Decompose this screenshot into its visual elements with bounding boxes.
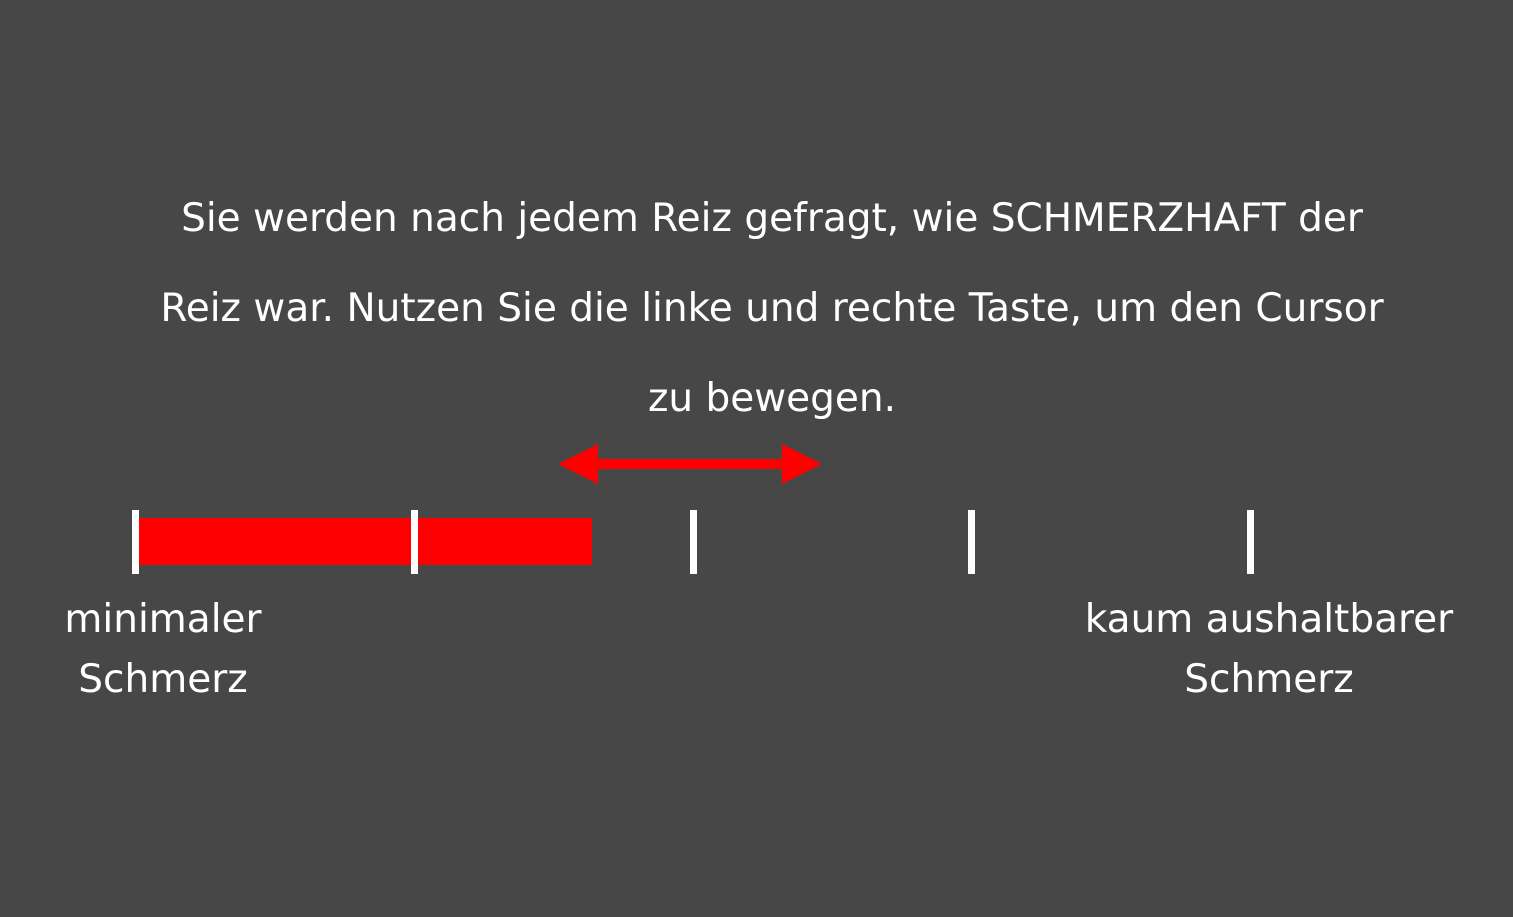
instruction-line-1: Sie werden nach jedem Reiz gefragt, wie …	[181, 196, 1363, 241]
arrow-shaft	[592, 459, 788, 469]
anchor-left-line-2: Schmerz	[78, 657, 248, 702]
arrow-head-right	[782, 444, 822, 484]
scale-tick	[689, 510, 697, 574]
anchor-label-minimal-pain: minimaler Schmerz	[40, 590, 286, 710]
anchor-right-line-1: kaum aushaltbarer	[1084, 597, 1454, 642]
anchor-label-barely-bearable-pain: kaum aushaltbarer Schmerz	[1060, 590, 1478, 710]
scale-tick	[968, 510, 976, 574]
anchor-right-line-2: Schmerz	[1184, 657, 1354, 702]
anchor-left-line-1: minimaler	[64, 597, 262, 642]
instruction-line-2: Reiz war. Nutzen Sie die linke und recht…	[160, 286, 1384, 331]
double-arrow-left-right-icon	[556, 440, 824, 488]
scale-tick	[132, 510, 139, 574]
scale-tick	[1247, 510, 1254, 574]
instruction-text: Sie werden nach jedem Reiz gefragt, wie …	[100, 174, 1444, 444]
scale-tick	[410, 510, 418, 574]
rating-fill-bar[interactable]	[135, 518, 592, 565]
arrow-head-left	[558, 444, 598, 484]
instruction-line-3: zu bewegen.	[647, 376, 897, 421]
